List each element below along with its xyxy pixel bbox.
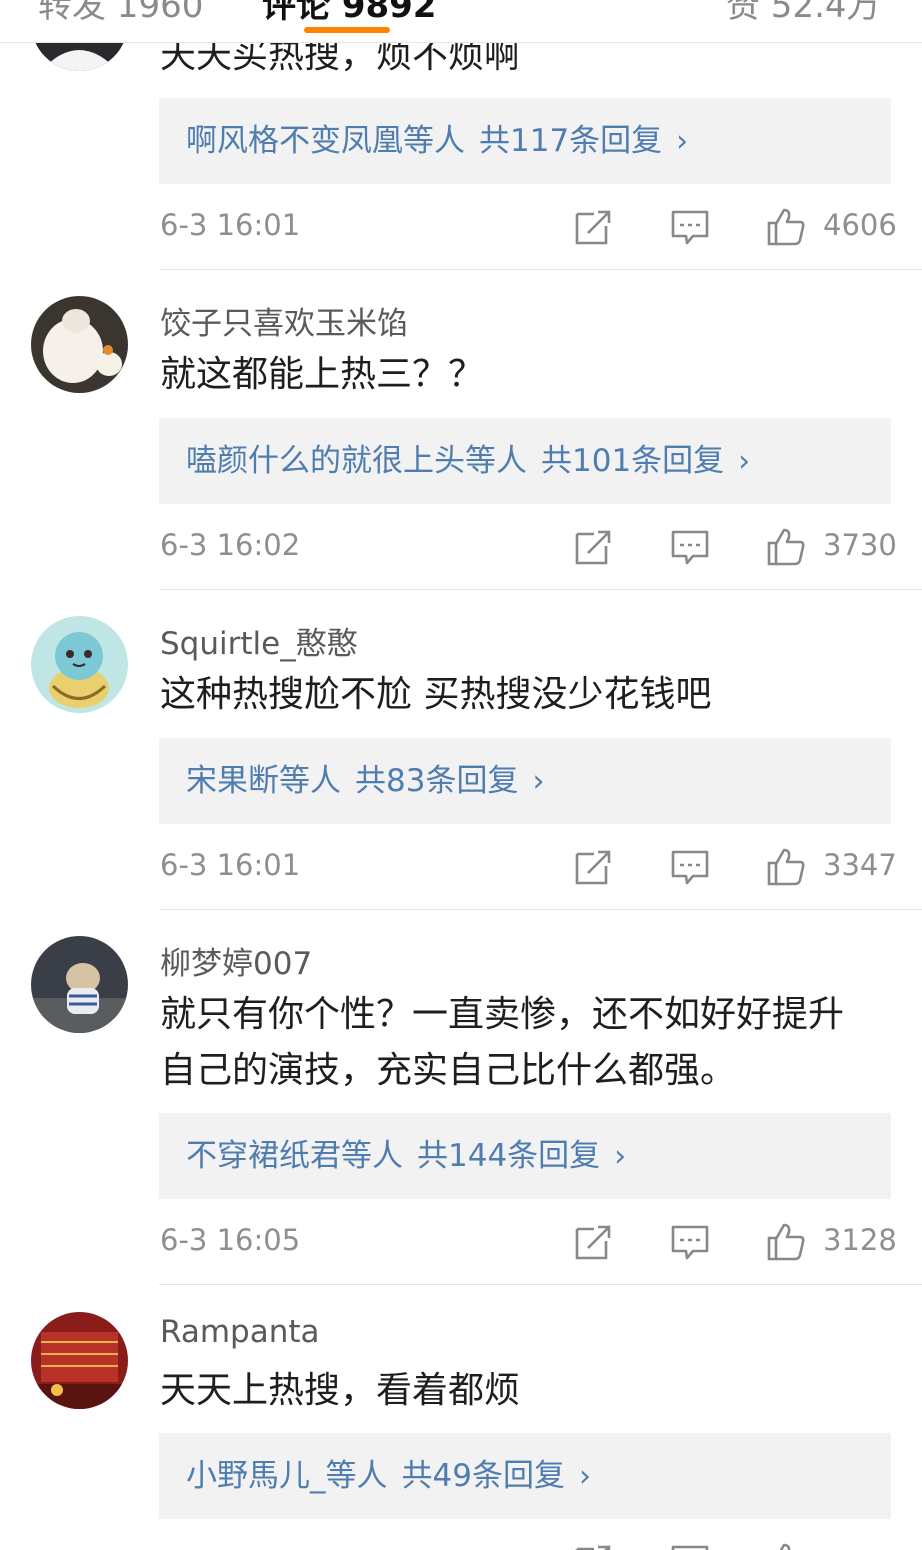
chevron-right-icon: › xyxy=(578,1459,591,1494)
reply-suffix: 等人 xyxy=(279,763,341,799)
like-icon[interactable] xyxy=(765,526,807,568)
reply-suffix: 等人 xyxy=(325,1458,388,1494)
reply-total[interactable]: 共144条回复 xyxy=(417,1138,600,1174)
replies-box[interactable]: 不穿裙纸君等人 共144条回复 › xyxy=(159,1113,891,1199)
divider xyxy=(159,269,922,270)
comment-text: 天天上热搜，看着都烦 xyxy=(160,1370,521,1411)
divider xyxy=(159,589,922,590)
reply-users[interactable]: 嗑颜什么的就很上头 xyxy=(186,443,465,479)
replies-box[interactable]: 啊风格不变凤凰等人 共117条回复 › xyxy=(159,98,891,184)
reply-total[interactable]: 共83条回复 xyxy=(355,763,518,799)
like-icon[interactable] xyxy=(765,1541,807,1550)
comment-icon[interactable] xyxy=(669,1541,711,1550)
comment-date: 6-3 16:02 xyxy=(160,528,301,562)
like-icon[interactable] xyxy=(765,846,807,888)
chevron-right-icon: › xyxy=(676,124,689,159)
reply-total[interactable]: 共117条回复 xyxy=(479,123,662,159)
like-count: 4606 xyxy=(823,208,897,242)
share-icon[interactable] xyxy=(572,1221,614,1263)
comment-meta: 6-3 16:05 3128 xyxy=(0,1213,922,1273)
avatar[interactable] xyxy=(31,616,128,713)
reply-suffix: 等人 xyxy=(341,1138,403,1174)
replies-box[interactable]: 宋果断等人 共83条回复 › xyxy=(159,738,891,824)
comment-icon[interactable] xyxy=(669,846,711,888)
comment-meta: 6-3 16:02 3730 xyxy=(0,518,922,578)
share-icon[interactable] xyxy=(572,846,614,888)
comment-username[interactable]: Rampanta xyxy=(160,1314,320,1350)
comment-text-line-1: 就只有你个性？一直卖惨，还不如好好提升 xyxy=(160,994,845,1035)
divider xyxy=(159,1284,922,1285)
like-count: 3730 xyxy=(823,528,897,562)
comment-date: 6-3 16:05 xyxy=(160,1223,301,1257)
divider xyxy=(159,909,922,910)
chevron-right-icon: › xyxy=(532,764,545,799)
replies-box[interactable]: 嗑颜什么的就很上头等人 共101条回复 › xyxy=(159,418,891,504)
comment-text: 这种热搜尬不尬 买热搜没少花钱吧 xyxy=(160,674,712,715)
chevron-right-icon: › xyxy=(738,444,751,479)
tab-likes[interactable]: 赞 52.4万 xyxy=(726,0,881,27)
comment-meta: 6-3 16:01 4606 xyxy=(0,198,922,258)
like-icon[interactable] xyxy=(765,206,807,248)
comment-date: 6-3 16:01 xyxy=(160,848,301,882)
like-icon[interactable] xyxy=(765,1221,807,1263)
reply-suffix: 等人 xyxy=(403,123,465,159)
comment-meta xyxy=(0,1533,922,1550)
replies-box[interactable]: 小野馬儿_等人 共49条回复 › xyxy=(159,1433,891,1519)
like-count: 3128 xyxy=(823,1223,897,1257)
comment-text-line-2: 自己的演技，充实自己比什么都强。 xyxy=(160,1050,737,1091)
active-tab-indicator xyxy=(304,27,390,33)
tab-bar: 转发 1960 评论 9892 赞 52.4万 xyxy=(0,0,922,43)
comment-date: 6-3 16:01 xyxy=(160,208,301,242)
reply-suffix: 等人 xyxy=(465,443,527,479)
reply-users[interactable]: 啊风格不变凤凰 xyxy=(186,123,403,159)
comment-username[interactable]: 饺子只喜欢玉米馅 xyxy=(160,298,408,343)
comment-icon[interactable] xyxy=(669,1221,711,1263)
share-icon[interactable] xyxy=(572,526,614,568)
comment-icon[interactable] xyxy=(669,526,711,568)
avatar[interactable] xyxy=(31,936,128,1033)
comment-username[interactable]: 柳梦婷007 xyxy=(160,938,312,983)
reply-total[interactable]: 共101条回复 xyxy=(541,443,724,479)
chevron-right-icon: › xyxy=(614,1139,627,1174)
comment-username[interactable]: Squirtle_憨憨 xyxy=(160,618,358,663)
tab-comments[interactable]: 评论 9892 xyxy=(262,0,436,27)
share-icon[interactable] xyxy=(572,206,614,248)
tab-reposts[interactable]: 转发 1960 xyxy=(38,0,203,27)
comment-text: 就这都能上热三？？ xyxy=(160,354,485,395)
avatar[interactable] xyxy=(31,296,128,393)
share-icon[interactable] xyxy=(572,1541,614,1550)
comment-icon[interactable] xyxy=(669,206,711,248)
reply-users[interactable]: 不穿裙纸君 xyxy=(186,1138,341,1174)
reply-users[interactable]: 宋果断 xyxy=(186,763,279,799)
reply-users[interactable]: 小野馬儿_ xyxy=(186,1458,326,1494)
comment-meta: 6-3 16:01 3347 xyxy=(0,838,922,898)
like-count: 3347 xyxy=(823,848,897,882)
avatar[interactable] xyxy=(31,1312,128,1409)
reply-total[interactable]: 共49条回复 xyxy=(402,1458,565,1494)
